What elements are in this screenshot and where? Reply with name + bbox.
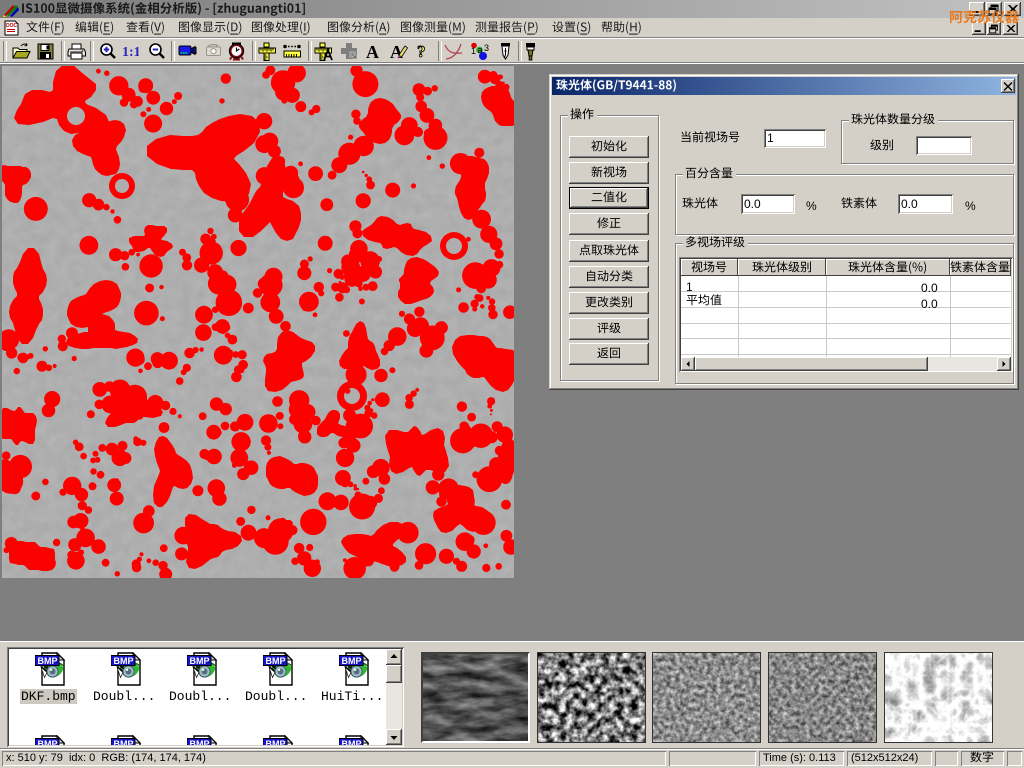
svg-text:BMP: BMP	[342, 739, 362, 745]
svg-text:BMP: BMP	[38, 739, 58, 745]
svg-text:1:1: 1:1	[122, 45, 139, 60]
svg-text:A: A	[366, 42, 379, 61]
svg-text:BMP: BMP	[114, 739, 134, 745]
svg-text:3: 3	[484, 43, 489, 53]
svg-text:BMP: BMP	[266, 739, 286, 745]
svg-text:1: 1	[471, 46, 476, 56]
svg-text:BMP: BMP	[190, 739, 210, 745]
svg-text:DOC: DOC	[6, 23, 18, 29]
svg-text:?: ?	[417, 42, 426, 61]
